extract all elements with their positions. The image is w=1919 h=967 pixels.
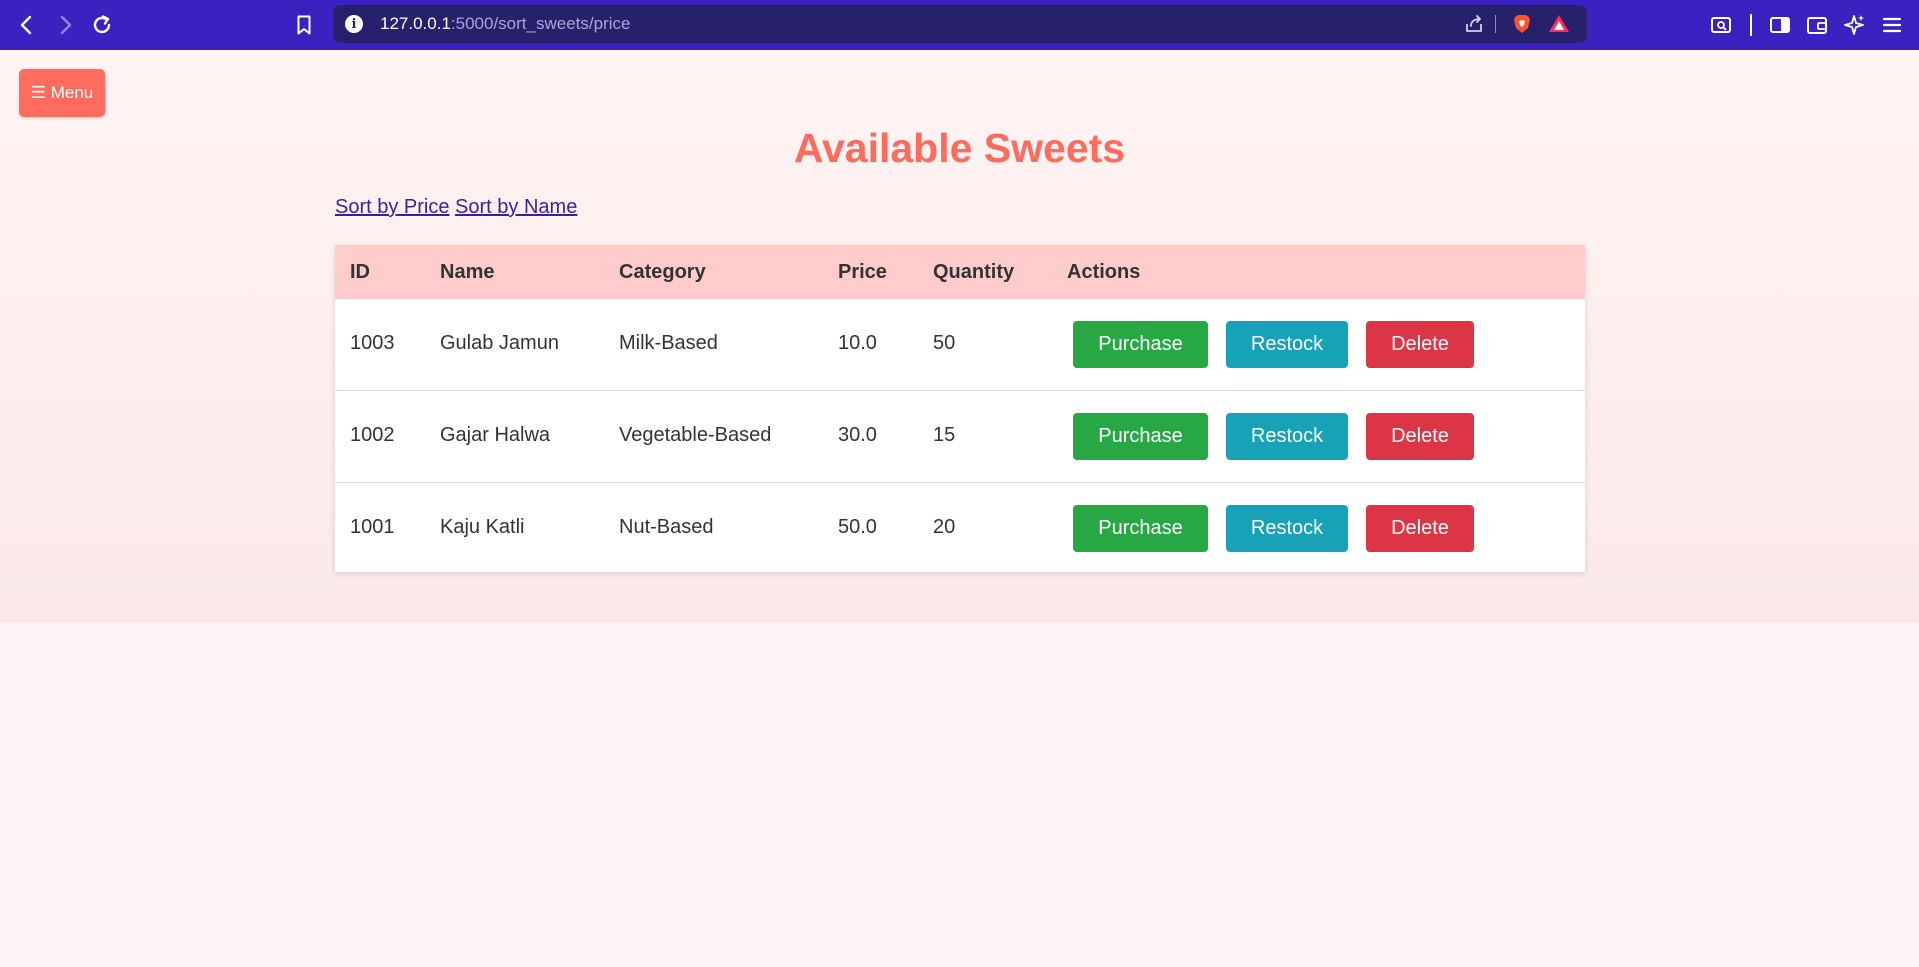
toolbar-separator <box>1750 14 1752 36</box>
search-tab-icon[interactable] <box>1709 13 1733 37</box>
cell-price: 10.0 <box>838 332 877 354</box>
sweets-table: ID Name Category Price Quantity Actions … <box>335 245 1585 572</box>
site-info-icon[interactable]: i <box>345 15 363 33</box>
main-menu-icon[interactable] <box>1880 13 1904 37</box>
brave-rewards-icon[interactable] <box>1548 13 1570 35</box>
cell-price: 30.0 <box>838 424 877 446</box>
sort-links: Sort by Price Sort by Name <box>335 196 577 219</box>
wallet-icon[interactable] <box>1805 13 1829 37</box>
sort-by-name-link[interactable]: Sort by Name <box>455 196 577 218</box>
table-row: 1003 Gulab Jamun Milk-Based 10.0 50 Purc… <box>335 299 1585 391</box>
delete-button[interactable]: Delete <box>1366 505 1474 552</box>
delete-button[interactable]: Delete <box>1366 413 1474 460</box>
brave-shield-icon[interactable] <box>1511 13 1533 35</box>
header-category: Category <box>619 261 706 283</box>
url-separator <box>1495 15 1496 33</box>
table-row: 1001 Kaju Katli Nut-Based 50.0 20 Purcha… <box>335 483 1585 574</box>
bookmark-icon[interactable] <box>292 13 316 37</box>
cell-quantity: 20 <box>933 516 956 538</box>
header-id: ID <box>350 261 370 283</box>
address-bar[interactable]: i 127.0.0.1:5000/sort_sweets/price <box>333 5 1587 43</box>
cell-name: Gajar Halwa <box>440 424 551 446</box>
purchase-button[interactable]: Purchase <box>1073 505 1208 552</box>
header-name: Name <box>440 261 495 283</box>
cell-quantity: 50 <box>933 332 956 354</box>
sidebar-icon[interactable] <box>1768 13 1792 37</box>
cell-category: Milk-Based <box>619 332 718 354</box>
cell-id: 1002 <box>350 424 395 446</box>
back-icon[interactable] <box>15 13 39 37</box>
purchase-button[interactable]: Purchase <box>1073 413 1208 460</box>
table-header-row: ID Name Category Price Quantity Actions <box>335 245 1585 299</box>
cell-quantity: 15 <box>933 424 956 446</box>
page-title: Available Sweets <box>793 125 1126 171</box>
url-host: 127.0.0.1 <box>380 14 451 33</box>
url-text[interactable]: 127.0.0.1:5000/sort_sweets/price <box>380 14 630 34</box>
purchase-button[interactable]: Purchase <box>1073 321 1208 368</box>
forward-icon[interactable] <box>53 13 77 37</box>
cell-category: Vegetable-Based <box>619 424 772 446</box>
cell-price: 50.0 <box>838 516 877 538</box>
leo-ai-icon[interactable] <box>1842 13 1866 37</box>
restock-button[interactable]: Restock <box>1226 413 1348 460</box>
share-icon[interactable] <box>1463 13 1485 35</box>
restock-button[interactable]: Restock <box>1226 505 1348 552</box>
header-actions: Actions <box>1067 261 1141 283</box>
table-row: 1002 Gajar Halwa Vegetable-Based 30.0 15… <box>335 391 1585 483</box>
cell-id: 1001 <box>350 516 395 538</box>
browser-toolbar: i 127.0.0.1:5000/sort_sweets/price <box>0 0 1919 50</box>
header-price: Price <box>838 261 887 283</box>
reload-icon[interactable] <box>90 13 114 37</box>
cell-name: Gulab Jamun <box>440 332 559 354</box>
cell-category: Nut-Based <box>619 516 714 538</box>
menu-button[interactable]: ☰ Menu <box>19 69 105 117</box>
cell-id: 1003 <box>350 332 395 354</box>
restock-button[interactable]: Restock <box>1226 321 1348 368</box>
sort-by-price-link[interactable]: Sort by Price <box>335 196 449 218</box>
header-quantity: Quantity <box>933 261 1015 283</box>
delete-button[interactable]: Delete <box>1366 321 1474 368</box>
url-path: :5000/sort_sweets/price <box>450 14 631 33</box>
cell-name: Kaju Katli <box>440 516 525 538</box>
